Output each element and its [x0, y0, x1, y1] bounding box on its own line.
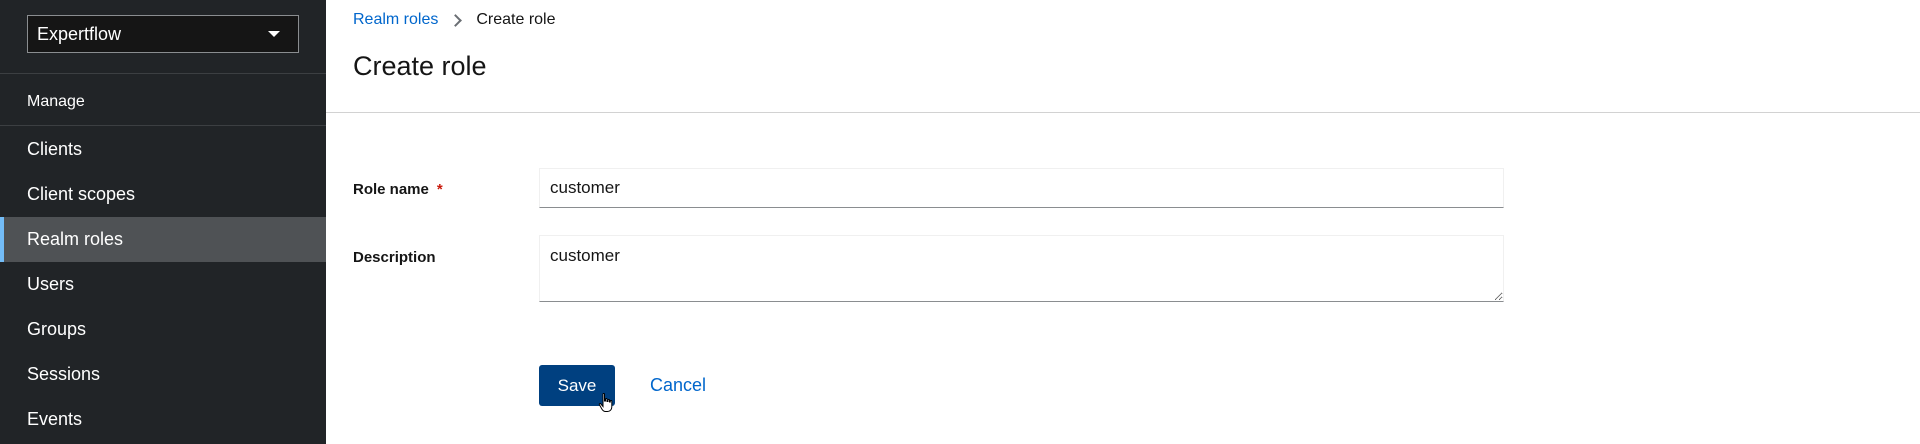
- sidebar-item-label: Groups: [27, 319, 87, 339]
- description-textarea[interactable]: customer: [539, 235, 1504, 302]
- caret-down-icon: [268, 31, 280, 37]
- sidebar-item-client-scopes[interactable]: Client scopes: [0, 172, 326, 217]
- sidebar-item-users[interactable]: Users: [0, 262, 326, 307]
- nav-section-title: Manage: [27, 93, 85, 110]
- chevron-right-icon: [449, 13, 463, 27]
- role-name-input[interactable]: [539, 168, 1504, 208]
- sidebar: Expertflow Manage Clients Client scopes …: [0, 0, 326, 444]
- app-root: Expertflow Manage Clients Client scopes …: [0, 0, 1920, 444]
- sidebar-item-sessions[interactable]: Sessions: [0, 352, 326, 397]
- breadcrumb: Realm roles Create role: [353, 11, 556, 29]
- sidebar-item-label: Sessions: [27, 364, 101, 384]
- realm-selector-dropdown[interactable]: Expertflow: [27, 15, 299, 53]
- role-name-label-text: Role name: [353, 181, 429, 198]
- sidebar-item-realm-roles[interactable]: Realm roles: [0, 217, 326, 262]
- sidebar-item-events[interactable]: Events: [0, 397, 326, 442]
- realm-selector-value: Expertflow: [37, 23, 122, 44]
- sidebar-item-label: Realm roles: [27, 229, 124, 249]
- header-divider: [326, 112, 1920, 113]
- sidebar-nav: Clients Client scopes Realm roles Users …: [0, 127, 326, 442]
- sidebar-item-label: Events: [27, 409, 83, 429]
- main-content: Realm roles Create role Create role Role…: [326, 0, 1920, 444]
- sidebar-item-label: Users: [27, 274, 75, 294]
- sidebar-item-groups[interactable]: Groups: [0, 307, 326, 352]
- required-marker: *: [436, 181, 443, 198]
- description-label: Description: [353, 249, 436, 266]
- cancel-button[interactable]: Cancel: [636, 365, 720, 406]
- page-title: Create role: [353, 51, 487, 81]
- save-button[interactable]: Save: [539, 365, 615, 406]
- role-name-label: Role name *: [353, 181, 443, 198]
- sidebar-divider: [0, 73, 326, 74]
- sidebar-section-divider: [0, 125, 326, 126]
- description-label-text: Description: [353, 249, 436, 266]
- sidebar-item-label: Client scopes: [27, 184, 136, 204]
- breadcrumb-link-realm-roles[interactable]: Realm roles: [353, 11, 438, 29]
- sidebar-item-clients[interactable]: Clients: [0, 127, 326, 172]
- breadcrumb-current: Create role: [476, 11, 556, 28]
- sidebar-item-label: Clients: [27, 139, 83, 159]
